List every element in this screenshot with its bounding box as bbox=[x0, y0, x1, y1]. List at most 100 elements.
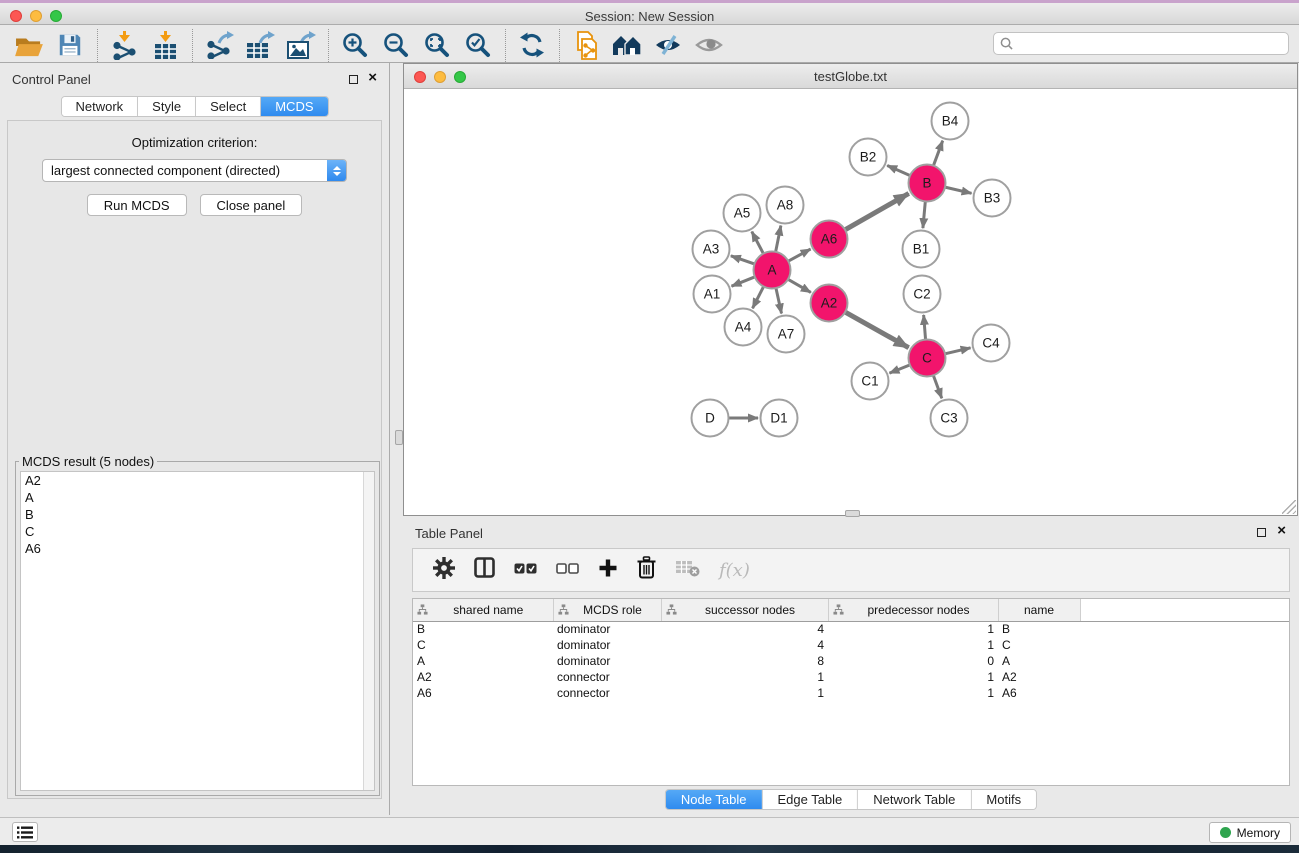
column-header-name[interactable]: name bbox=[998, 599, 1080, 621]
refresh-view-button[interactable] bbox=[515, 29, 549, 61]
result-list-item[interactable]: C bbox=[21, 523, 374, 540]
show-columns-button[interactable] bbox=[474, 557, 495, 583]
tab-mcds[interactable]: MCDS bbox=[261, 97, 327, 116]
select-all-rows-button[interactable] bbox=[514, 561, 537, 579]
graph-node-A7[interactable]: A7 bbox=[768, 316, 805, 353]
table-cell[interactable]: 8 bbox=[661, 653, 828, 669]
result-list-item[interactable]: A bbox=[21, 489, 374, 506]
zoom-out-button[interactable] bbox=[379, 29, 413, 61]
table-cell[interactable]: 1 bbox=[828, 621, 998, 637]
run-mcds-button[interactable]: Run MCDS bbox=[87, 194, 187, 216]
tab-style[interactable]: Style bbox=[138, 97, 196, 116]
table-cell[interactable]: B bbox=[413, 621, 553, 637]
table-cell[interactable]: B bbox=[998, 621, 1080, 637]
graph-node-B1[interactable]: B1 bbox=[903, 231, 940, 268]
import-network-button[interactable] bbox=[107, 29, 141, 61]
table-cell[interactable]: dominator bbox=[553, 653, 661, 669]
add-column-button[interactable] bbox=[598, 558, 618, 583]
criterion-select[interactable]: largest connected component (directed) bbox=[42, 159, 347, 182]
graph-edge-C-C1[interactable] bbox=[889, 365, 909, 373]
table-cell[interactable]: 0 bbox=[828, 653, 998, 669]
table-row[interactable]: A2connector11A2 bbox=[413, 669, 1289, 685]
table-cell[interactable]: A bbox=[998, 653, 1080, 669]
graph-node-A6[interactable]: A6 bbox=[811, 221, 848, 258]
graph-node-A8[interactable]: A8 bbox=[767, 187, 804, 224]
horizontal-splitter-grip[interactable] bbox=[845, 510, 860, 517]
table-panel-float-icon[interactable] bbox=[1257, 528, 1266, 537]
network-graph[interactable]: B4B2BB3A8A5A6A3B1AA1C2A2A4A7C4CC1C3DD1 bbox=[404, 89, 1297, 515]
table-cell[interactable]: 1 bbox=[828, 685, 998, 701]
graph-edge-A-A1[interactable] bbox=[731, 277, 754, 286]
column-header-shared-name[interactable]: shared name bbox=[413, 599, 553, 621]
column-header-successor-nodes[interactable]: successor nodes bbox=[661, 599, 828, 621]
table-row[interactable]: Adominator80A bbox=[413, 653, 1289, 669]
table-cell[interactable]: A6 bbox=[998, 685, 1080, 701]
table-header-row[interactable]: shared name MCDS role successor nodes bbox=[413, 599, 1289, 621]
graph-node-C4[interactable]: C4 bbox=[973, 325, 1010, 362]
result-list-item[interactable]: A2 bbox=[21, 472, 374, 489]
graph-edge-A2-C[interactable] bbox=[846, 312, 909, 347]
graph-edge-B-B1[interactable] bbox=[923, 202, 925, 228]
table-row[interactable]: A6connector11A6 bbox=[413, 685, 1289, 701]
open-session-button[interactable] bbox=[12, 29, 46, 61]
graph-edge-B-B3[interactable] bbox=[946, 187, 972, 193]
control-panel-float-icon[interactable] bbox=[349, 75, 358, 84]
table-row[interactable]: Cdominator41C bbox=[413, 637, 1289, 653]
table-cell[interactable]: 1 bbox=[828, 637, 998, 653]
table-cell[interactable]: 1 bbox=[828, 669, 998, 685]
tab-motifs[interactable]: Motifs bbox=[971, 790, 1036, 809]
table-cell[interactable]: A2 bbox=[998, 669, 1080, 685]
graph-node-B3[interactable]: B3 bbox=[974, 180, 1011, 217]
table-cell[interactable]: dominator bbox=[553, 621, 661, 637]
result-list-item[interactable]: B bbox=[21, 506, 374, 523]
graph-edge-B-B2[interactable] bbox=[887, 165, 909, 175]
delete-column-button[interactable] bbox=[637, 556, 656, 584]
table-cell[interactable]: A bbox=[413, 653, 553, 669]
graph-node-A5[interactable]: A5 bbox=[724, 195, 761, 232]
table-settings-button[interactable] bbox=[433, 557, 455, 584]
graph-edge-A-A2[interactable] bbox=[788, 280, 810, 293]
mcds-result-list[interactable]: A2ABCA6 bbox=[20, 471, 375, 791]
tab-network-table[interactable]: Network Table bbox=[858, 790, 971, 809]
graph-node-D1[interactable]: D1 bbox=[761, 400, 798, 437]
close-panel-button[interactable]: Close panel bbox=[200, 194, 303, 216]
graph-edge-A-A6[interactable] bbox=[789, 249, 811, 261]
export-network-button[interactable] bbox=[202, 29, 236, 61]
graph-node-A[interactable]: A bbox=[754, 252, 791, 289]
column-header-predecessor-nodes[interactable]: predecessor nodes bbox=[828, 599, 998, 621]
graph-node-B4[interactable]: B4 bbox=[932, 103, 969, 140]
clone-network-button[interactable] bbox=[569, 29, 603, 61]
table-cell[interactable]: C bbox=[413, 637, 553, 653]
tab-edge-table[interactable]: Edge Table bbox=[762, 790, 858, 809]
show-graphics-button[interactable] bbox=[692, 29, 726, 61]
graph-node-C3[interactable]: C3 bbox=[931, 400, 968, 437]
graph-node-B[interactable]: B bbox=[909, 165, 946, 202]
graph-edge-A-A7[interactable] bbox=[776, 289, 781, 314]
search-input[interactable] bbox=[1017, 34, 1288, 53]
table-cell[interactable]: connector bbox=[553, 685, 661, 701]
graph-edge-C-C3[interactable] bbox=[934, 376, 942, 398]
graph-node-A3[interactable]: A3 bbox=[693, 231, 730, 268]
graph-edge-C-C4[interactable] bbox=[945, 348, 970, 354]
graph-node-B2[interactable]: B2 bbox=[850, 139, 887, 176]
zoom-in-button[interactable] bbox=[338, 29, 372, 61]
graph-edge-C-C2[interactable] bbox=[924, 315, 926, 339]
graph-edge-A-A4[interactable] bbox=[753, 287, 764, 308]
table-cell[interactable]: 4 bbox=[661, 621, 828, 637]
vertical-splitter-grip[interactable] bbox=[395, 430, 403, 445]
table-cell[interactable]: connector bbox=[553, 669, 661, 685]
zoom-fit-button[interactable] bbox=[420, 29, 454, 61]
memory-button[interactable]: Memory bbox=[1209, 822, 1291, 843]
export-table-button[interactable] bbox=[243, 29, 277, 61]
table-cell[interactable]: 1 bbox=[661, 669, 828, 685]
tab-network[interactable]: Network bbox=[61, 97, 138, 116]
network-window-titlebar[interactable]: testGlobe.txt bbox=[404, 64, 1297, 89]
graph-edge-A-A8[interactable] bbox=[776, 226, 781, 252]
task-history-button[interactable] bbox=[12, 822, 38, 842]
table-cell[interactable]: C bbox=[998, 637, 1080, 653]
graph-edge-A-A5[interactable] bbox=[752, 232, 763, 254]
result-list-scrollbar[interactable] bbox=[363, 472, 374, 790]
import-table-button[interactable] bbox=[148, 29, 182, 61]
home-networks-button[interactable] bbox=[610, 29, 644, 61]
graph-edge-A-A3[interactable] bbox=[731, 256, 754, 264]
